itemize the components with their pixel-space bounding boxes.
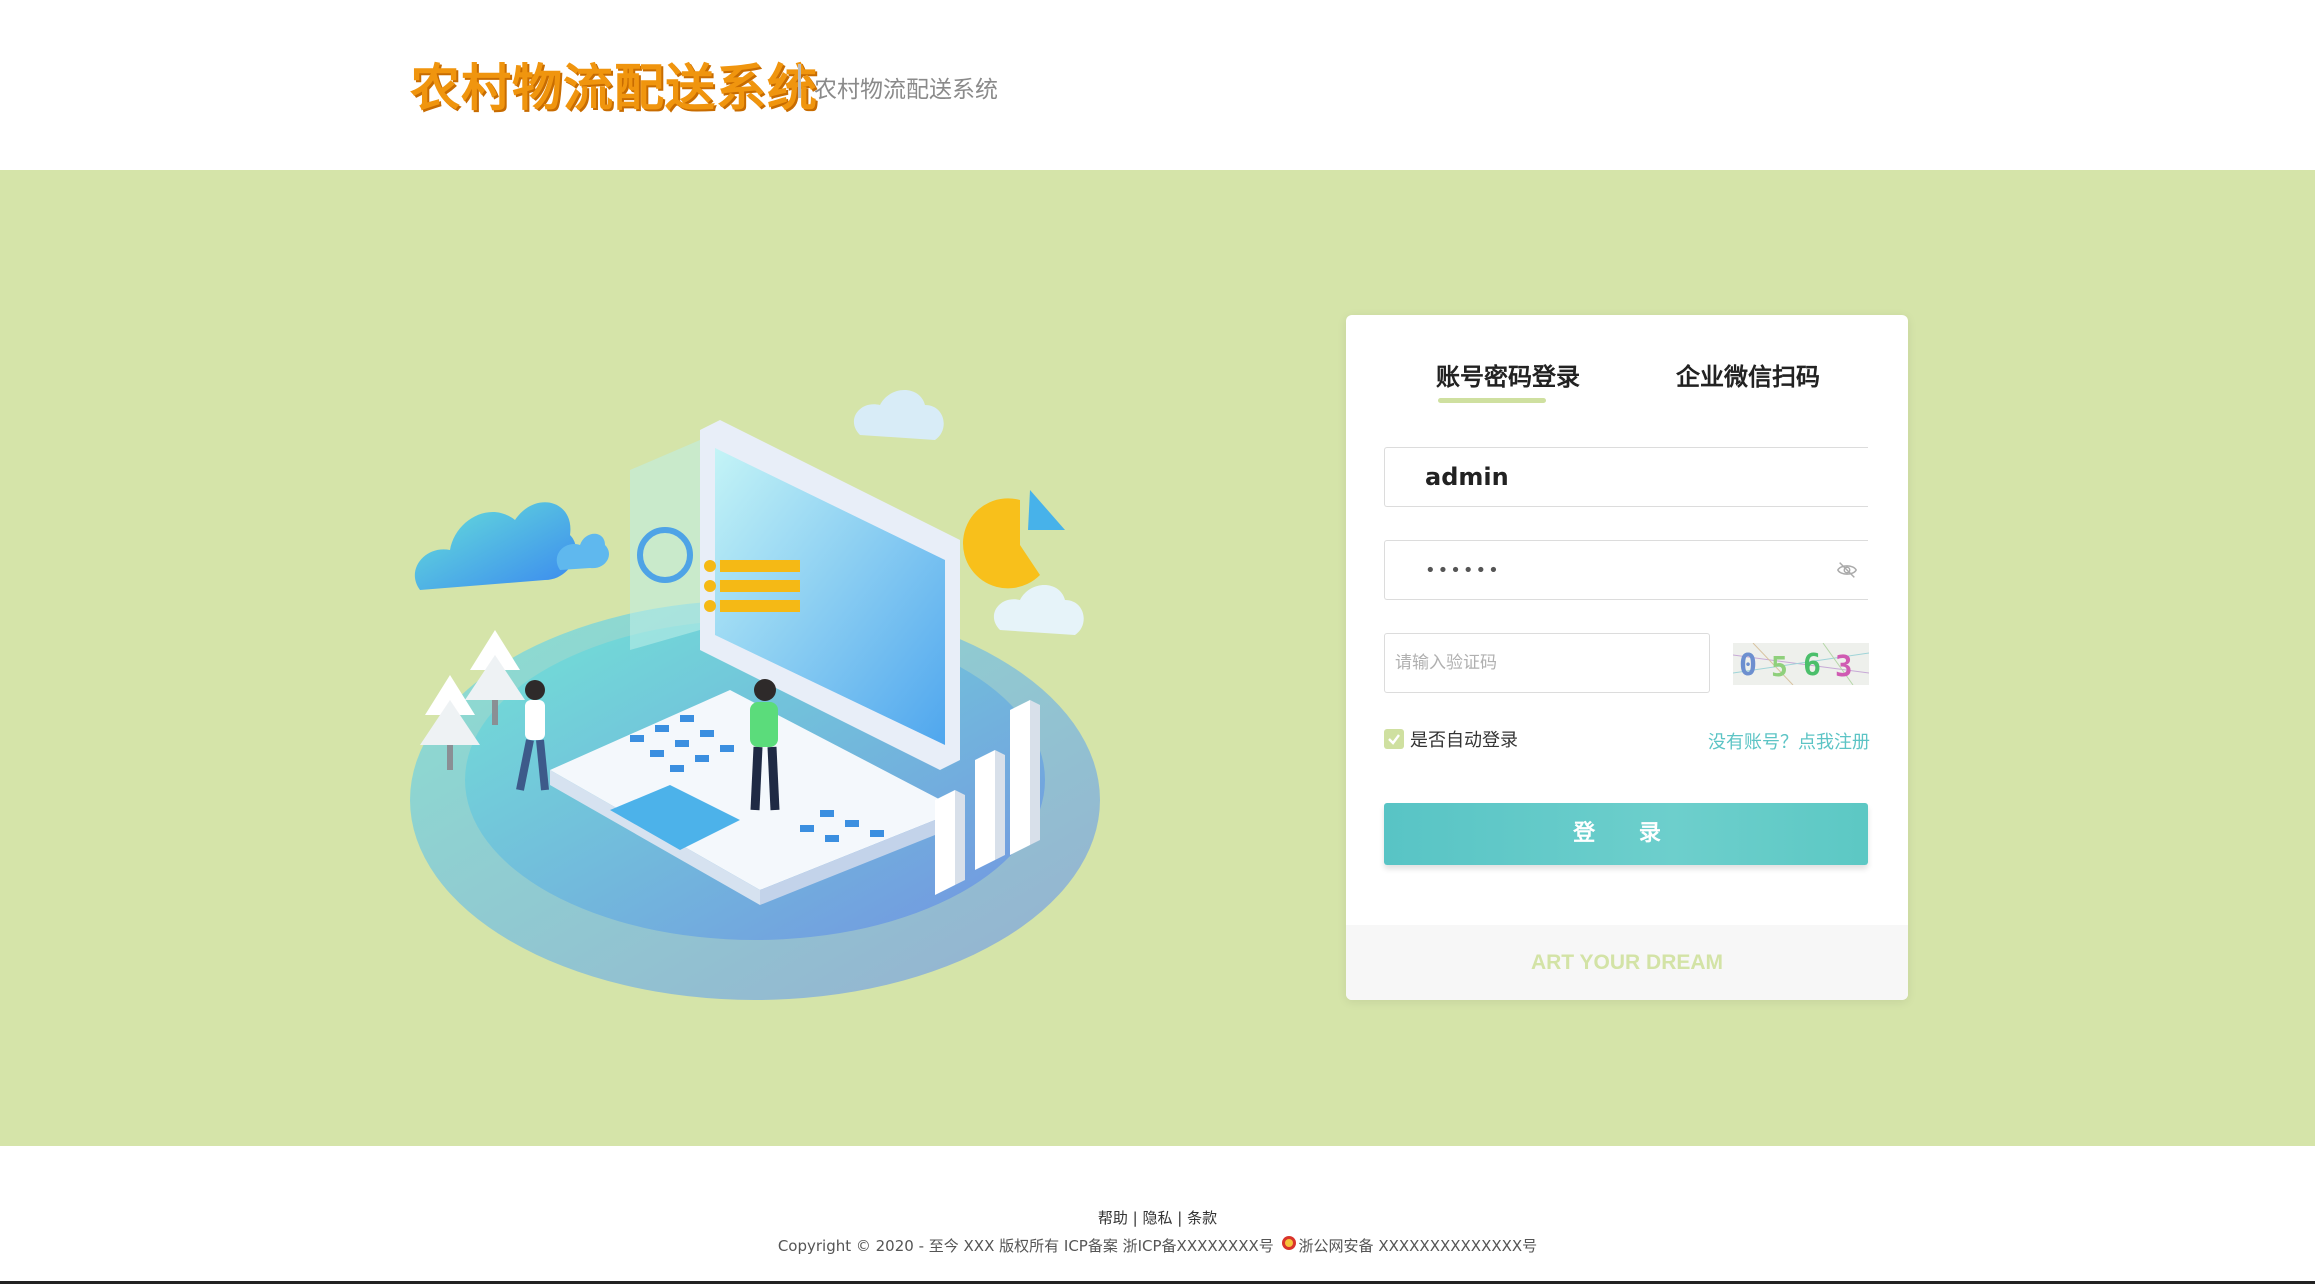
svg-text:0: 0: [1739, 648, 1757, 683]
eye-off-icon[interactable]: [1836, 559, 1858, 581]
captcha-image[interactable]: 0 5 6 3: [1733, 643, 1869, 685]
police-record-text[interactable]: 浙公网安备 XXXXXXXXXXXXXX号: [1299, 1237, 1538, 1255]
header-divider: [798, 64, 801, 98]
tab-wechat-scan[interactable]: 企业微信扫码: [1676, 357, 1820, 392]
captcha-field-wrapper: [1384, 633, 1710, 693]
svg-text:5: 5: [1771, 650, 1788, 683]
pie-chart: [962, 498, 1040, 589]
page-header: 农村物流配送系统 农村物流配送系统: [0, 0, 2315, 170]
username-field-wrapper: [1384, 447, 1868, 507]
copyright-text: Copyright © 2020 - 至今 XXX 版权所有 ICP备案 浙IC…: [777, 1237, 1274, 1255]
header-subtitle: 农村物流配送系统: [814, 77, 998, 103]
footer-link-terms[interactable]: 条款: [1187, 1209, 1217, 1227]
card-slogan: ART YOUR DREAM: [1346, 925, 1908, 1000]
auto-login-checkbox[interactable]: 是否自动登录: [1384, 726, 1518, 752]
footer-separator: |: [1132, 1209, 1143, 1227]
cloud-left: [414, 502, 576, 590]
password-field-wrapper: [1384, 540, 1868, 600]
login-button[interactable]: 登 录: [1384, 803, 1868, 865]
isometric-laptop-illustration: [410, 390, 1100, 1000]
footer-link-privacy[interactable]: 隐私: [1142, 1209, 1172, 1227]
register-link[interactable]: 没有账号？点我注册: [1708, 728, 1870, 754]
tab-account-password[interactable]: 账号密码登录: [1436, 357, 1580, 392]
hero-band: [0, 170, 2315, 1146]
svg-text:3: 3: [1835, 649, 1852, 683]
active-tab-indicator: [1438, 398, 1546, 403]
cloud-top: [853, 390, 944, 440]
login-card: 账号密码登录 企业微信扫码 0 5 6 3 是否自动登录 没有账号？点我注册 登…: [1346, 315, 1908, 1000]
copyright-line: Copyright © 2020 - 至今 XXX 版权所有 ICP备案 浙IC…: [0, 1235, 2315, 1256]
captcha-input[interactable]: [1385, 634, 1709, 692]
footer-separator: |: [1177, 1209, 1188, 1227]
footer-link-help[interactable]: 帮助: [1098, 1209, 1128, 1227]
username-input[interactable]: [1385, 448, 1868, 506]
svg-text:6: 6: [1803, 648, 1821, 683]
auto-login-label: 是否自动登录: [1410, 730, 1518, 751]
footer-links: 帮助 | 隐私 | 条款: [0, 1207, 2315, 1228]
site-logo[interactable]: 农村物流配送系统: [410, 48, 818, 120]
check-icon[interactable]: [1384, 729, 1404, 749]
password-input[interactable]: [1385, 541, 1868, 599]
police-badge-icon: [1281, 1236, 1296, 1250]
